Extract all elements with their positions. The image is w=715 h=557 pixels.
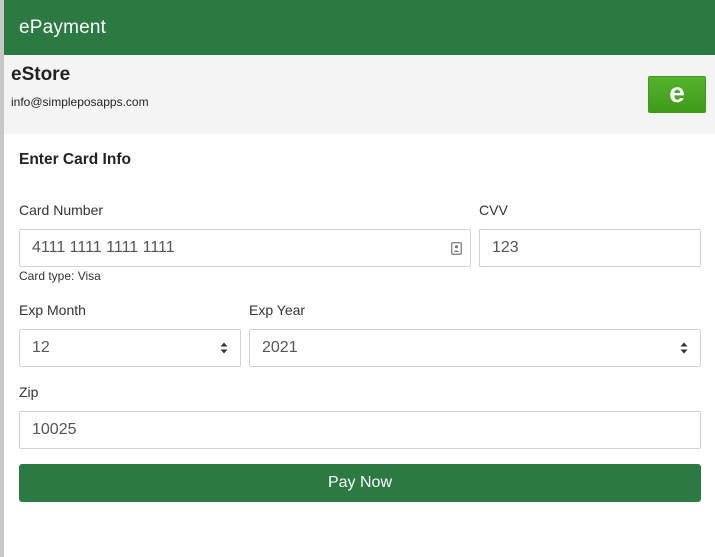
exp-month-label: Exp Month <box>19 302 86 318</box>
store-logo: e <box>648 76 706 113</box>
cvv-value: 123 <box>492 239 519 256</box>
store-logo-letter: e <box>669 76 685 108</box>
zip-input[interactable]: 10025 <box>19 411 701 449</box>
exp-year-value: 2021 <box>262 339 298 356</box>
title-bar: ePayment <box>4 0 715 55</box>
card-number-value: 4111 1111 1111 1111 <box>32 239 175 256</box>
contact-card-icon <box>451 242 462 255</box>
store-email: info@simpleposapps.com <box>11 95 149 109</box>
form-heading: Enter Card Info <box>19 151 131 168</box>
exp-year-label: Exp Year <box>249 302 306 318</box>
exp-month-value: 12 <box>32 339 50 356</box>
exp-month-select[interactable]: 12 <box>19 329 241 367</box>
card-number-input[interactable]: 4111 1111 1111 1111 <box>19 229 471 267</box>
card-type-text: Card type: Visa <box>19 269 101 283</box>
store-header: eStore info@simpleposapps.com e <box>4 55 715 134</box>
zip-label: Zip <box>19 384 39 400</box>
zip-value: 10025 <box>32 421 77 438</box>
cvv-label: CVV <box>479 202 508 218</box>
card-number-label: Card Number <box>19 202 104 218</box>
exp-year-select[interactable]: 2021 <box>249 329 701 367</box>
pay-now-button[interactable]: Pay Now <box>19 464 701 502</box>
store-name: eStore <box>11 64 71 85</box>
cvv-input[interactable]: 123 <box>479 229 701 267</box>
app-title: ePayment <box>19 16 107 38</box>
sort-arrows-icon <box>220 342 228 354</box>
card-form: Enter Card Info Card Number 4111 1111 11… <box>4 134 715 557</box>
sort-arrows-icon <box>680 342 688 354</box>
payment-dialog: ePayment eStore info@simpleposapps.com e… <box>4 0 715 557</box>
